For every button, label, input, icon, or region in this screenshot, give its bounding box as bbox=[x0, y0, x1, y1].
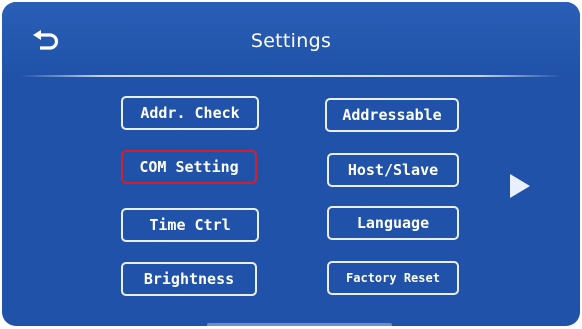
time-ctrl-button[interactable]: Time Ctrl bbox=[121, 208, 259, 242]
brightness-button[interactable]: Brightness bbox=[121, 262, 257, 296]
addressable-button[interactable]: Addressable bbox=[325, 98, 459, 132]
addr-check-button[interactable]: Addr. Check bbox=[121, 96, 259, 130]
next-page-arrow-icon[interactable] bbox=[510, 174, 530, 198]
bottom-tab-indicator bbox=[207, 323, 392, 326]
host-slave-button[interactable]: Host/Slave bbox=[327, 153, 459, 187]
settings-screen: Settings Addr. Check Addressable COM Set… bbox=[2, 2, 580, 326]
page-title: Settings bbox=[250, 30, 332, 52]
factory-reset-button[interactable]: Factory Reset bbox=[327, 261, 459, 295]
header-divider bbox=[20, 75, 562, 77]
header-bar: Settings bbox=[2, 2, 580, 74]
language-button[interactable]: Language bbox=[327, 206, 459, 240]
com-setting-button[interactable]: COM Setting bbox=[121, 150, 257, 184]
